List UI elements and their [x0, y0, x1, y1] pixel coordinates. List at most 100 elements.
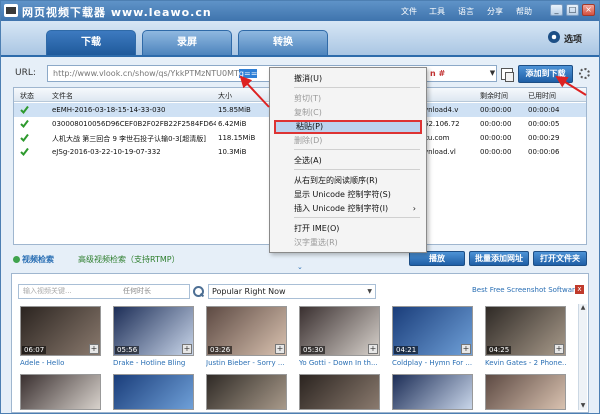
paste-icon[interactable]	[501, 68, 514, 82]
add-icon[interactable]: +	[275, 344, 285, 354]
cell-remaining: 00:00:00	[480, 134, 512, 142]
options-button[interactable]: 选项	[548, 30, 596, 46]
video-search-link[interactable]: 视频检索	[13, 254, 54, 265]
cell-filename: 人机大战 第三回合 9 李世石投子认输0-3[超清版]	[52, 135, 207, 143]
menu-item[interactable]: 剪切(T)	[274, 92, 422, 106]
add-icon[interactable]: +	[182, 344, 192, 354]
video-duration: 06:07	[22, 346, 47, 354]
scroll-up-icon[interactable]: ▲	[579, 304, 587, 312]
video-thumbnail[interactable]: 04:25 +	[485, 306, 566, 356]
url-text: http://www.vlook.cn/show/qs/YkkPTMzNTU0M…	[53, 69, 239, 78]
menu-item[interactable]: 显示 Unicode 控制字符(S)	[274, 188, 422, 202]
menu-language[interactable]: 语言	[458, 6, 474, 17]
video-title[interactable]: Justin Bieber - Sorry ...	[206, 359, 287, 367]
video-thumbnail[interactable]	[206, 374, 287, 410]
video-title[interactable]: Coldplay - Hymn For ...	[392, 359, 473, 367]
tab-download[interactable]: 下载	[46, 30, 136, 55]
cell-size: 10.3MiB	[218, 148, 247, 156]
add-icon[interactable]: +	[554, 344, 564, 354]
column-filename[interactable]: 文件名	[52, 91, 73, 101]
video-browser: 输入视频关键... 任何时长 Popular Right Now ▼ Best …	[11, 273, 589, 413]
cell-size: 6.42MiB	[218, 120, 247, 128]
video-card[interactable]: 04:21 + Coldplay - Hymn For ...	[392, 306, 473, 367]
video-title[interactable]: Kevin Gates - 2 Phone...	[485, 359, 566, 367]
check-icon	[20, 133, 29, 143]
ad-link[interactable]: Best Free Screenshot Software	[472, 286, 579, 294]
menu-item[interactable]: 撤消(U)	[274, 72, 422, 86]
minimize-button[interactable]: _	[550, 4, 563, 16]
column-status[interactable]: 状态	[20, 91, 34, 101]
check-icon	[20, 119, 29, 129]
menu-tools[interactable]: 工具	[429, 6, 445, 17]
video-card[interactable]: 03:26 + Justin Bieber - Sorry ...	[206, 306, 287, 367]
menu-help[interactable]: 帮助	[516, 6, 532, 17]
video-title[interactable]: Yo Gotti - Down In th...	[299, 359, 380, 367]
video-thumbnail[interactable]: 03:26 +	[206, 306, 287, 356]
menu-share[interactable]: 分享	[487, 6, 503, 17]
menu-separator	[294, 217, 420, 218]
open-folder-button[interactable]: 打开文件夹	[533, 251, 587, 266]
add-to-download-button[interactable]: 添加到下载	[518, 65, 573, 83]
menu-item-label: 打开 IME(O)	[294, 224, 340, 233]
context-menu: 撤消(U) 剪切(T) 复制(C) 粘贴(P) 删除(D) 全选(A) 从右到左的阅读顺序(…	[269, 67, 427, 253]
add-icon[interactable]: +	[461, 344, 471, 354]
chevron-right-icon: ›	[412, 204, 416, 213]
close-button[interactable]: ×	[582, 4, 595, 16]
video-thumbnail[interactable]	[20, 374, 101, 410]
menu-item-label: 汉字重选(R)	[294, 238, 338, 247]
add-icon[interactable]: +	[368, 344, 378, 354]
video-duration: 03:26	[208, 346, 233, 354]
video-thumbnail[interactable]	[299, 374, 380, 410]
search-icon[interactable]	[191, 284, 204, 299]
menu-item-label: 从右到左的阅读顺序(R)	[294, 176, 378, 185]
tab-convert[interactable]: 转换	[238, 30, 328, 55]
category-select[interactable]: Popular Right Now ▼	[208, 284, 376, 299]
video-title[interactable]: Drake - Hotline Bling	[113, 359, 194, 367]
tab-record-screen[interactable]: 录屏	[142, 30, 232, 55]
menu-item[interactable]: 全选(A)	[274, 154, 422, 168]
menu-item[interactable]: 打开 IME(O)	[274, 222, 422, 236]
chevron-down-icon[interactable]: ▼	[488, 66, 497, 81]
video-thumbnail[interactable]: 05:56 +	[113, 306, 194, 356]
duration-filter[interactable]: 任何时长	[123, 286, 151, 296]
cell-source: vnload4.v	[424, 106, 459, 114]
menu-item[interactable]: 删除(D)	[274, 134, 422, 148]
menu-item[interactable]: 从右到左的阅读顺序(R)	[274, 174, 422, 188]
column-remaining[interactable]: 剩余时间	[480, 91, 508, 101]
column-size[interactable]: 大小	[218, 91, 232, 101]
menu-item[interactable]: 粘贴(P)	[274, 120, 422, 134]
menu-item[interactable]: 汉字重选(R)	[274, 236, 422, 250]
video-thumbnail[interactable]	[485, 374, 566, 410]
play-button[interactable]: 播放	[409, 251, 465, 266]
video-search-input[interactable]: 输入视频关键...	[18, 284, 190, 299]
video-thumbnail[interactable]: 04:21 +	[392, 306, 473, 356]
category-value: Popular Right Now	[212, 287, 286, 296]
url-label: URL:	[15, 68, 36, 78]
check-icon	[20, 147, 29, 157]
cell-elapsed: 00:00:04	[528, 106, 560, 114]
menu-separator	[294, 87, 420, 88]
add-icon[interactable]: +	[89, 344, 99, 354]
batch-add-urls-button[interactable]: 批量添加网址	[469, 251, 529, 266]
scroll-down-icon[interactable]: ▼	[579, 402, 587, 410]
menu-item[interactable]: 插入 Unicode 控制字符(I) ›	[274, 202, 422, 216]
advanced-video-search-link[interactable]: 高级视频检索（支持RTMP）	[78, 254, 180, 265]
video-card[interactable]: 06:07 + Adele - Hello	[20, 306, 101, 367]
video-thumbnail[interactable]: 05:30 +	[299, 306, 380, 356]
video-card[interactable]: 05:56 + Drake - Hotline Bling	[113, 306, 194, 367]
gear-icon[interactable]	[579, 68, 590, 79]
cell-elapsed: 00:00:06	[528, 148, 560, 156]
maximize-button[interactable]: □	[566, 4, 579, 16]
video-thumbnail[interactable]	[392, 374, 473, 410]
video-title[interactable]: Adele - Hello	[20, 359, 101, 367]
close-icon[interactable]: x	[575, 285, 584, 294]
video-thumbnail[interactable]: 06:07 +	[20, 306, 101, 356]
menu-item[interactable]: 复制(C)	[274, 106, 422, 120]
expand-icon[interactable]: ⌄	[297, 263, 303, 271]
column-elapsed[interactable]: 已用时间	[528, 91, 556, 101]
menu-file[interactable]: 文件	[401, 6, 417, 17]
video-card[interactable]: 04:25 + Kevin Gates - 2 Phone...	[485, 306, 566, 367]
video-card[interactable]: 05:30 + Yo Gotti - Down In th...	[299, 306, 380, 367]
scrollbar[interactable]: ▲ ▼	[578, 304, 587, 410]
video-thumbnail[interactable]	[113, 374, 194, 410]
